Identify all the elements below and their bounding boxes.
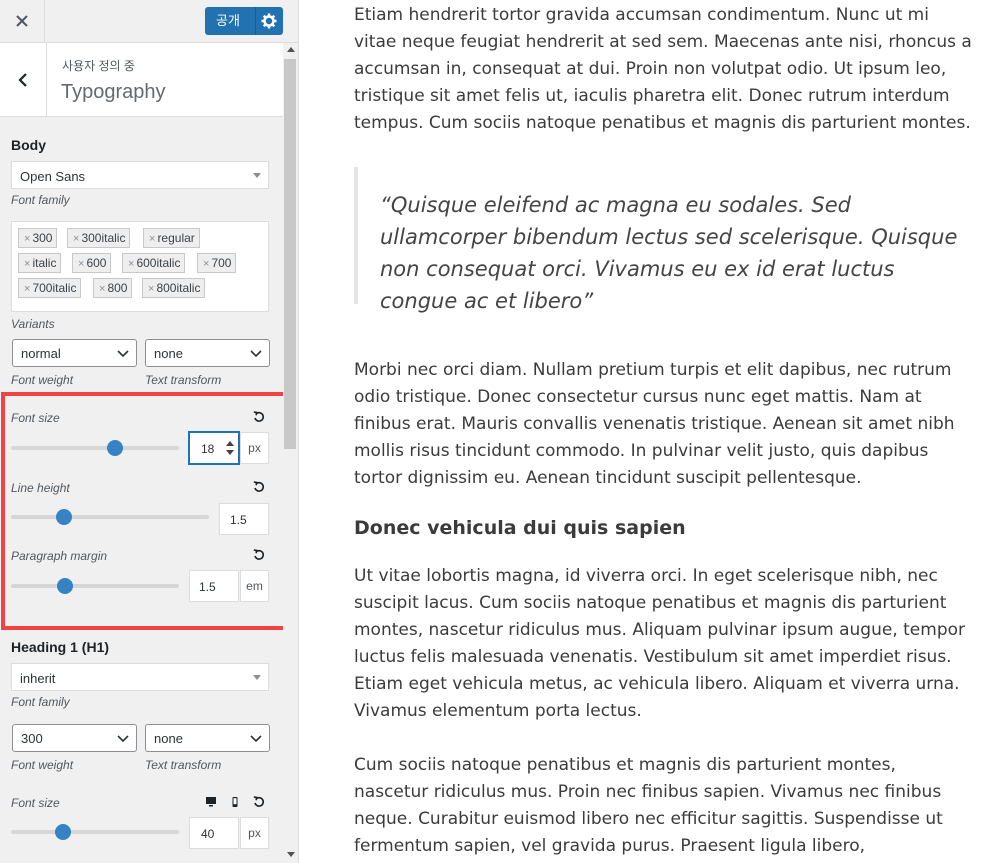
- desktop-icon[interactable]: [205, 796, 217, 808]
- variant-tag[interactable]: × 800: [93, 278, 133, 298]
- heading1-font-weight-label: Font weight: [11, 758, 74, 772]
- caret-down-icon: [253, 173, 261, 178]
- heading1-text-transform-value: none: [154, 731, 183, 746]
- chevron-down-icon: [117, 350, 129, 358]
- section-title: Typography: [61, 81, 166, 103]
- body-font-weight-label: Font weight: [11, 373, 74, 387]
- site-preview: Etiam hendrerit tortor gravida accumsan …: [300, 0, 998, 863]
- mobile-icon[interactable]: [231, 796, 239, 808]
- reset-icon[interactable]: [253, 796, 265, 808]
- chevron-down-icon: [117, 735, 129, 743]
- body-text-transform-select[interactable]: none: [145, 339, 270, 367]
- preview-paragraph: Cum sociis natoque penatibus et magnis d…: [354, 755, 943, 856]
- heading1-font-family-value: inherit: [20, 671, 56, 686]
- slider-handle[interactable]: [55, 824, 72, 840]
- section-header: 사용자 정의 중 Typography: [0, 43, 283, 117]
- remove-icon[interactable]: ×: [24, 233, 30, 245]
- variant-tag[interactable]: × 300italic: [67, 228, 131, 248]
- scroll-up-arrow[interactable]: [287, 47, 295, 52]
- body-font-family-value: Open Sans: [20, 169, 86, 184]
- sidebar-scrollbar[interactable]: [283, 43, 298, 863]
- caret-down-icon: [253, 675, 261, 680]
- preview-paragraph: Etiam hendrerit tortor gravida accumsan …: [354, 5, 972, 133]
- remove-icon[interactable]: ×: [203, 258, 209, 270]
- variant-tag[interactable]: × 700: [197, 253, 237, 273]
- heading1-font-weight-value: 300: [21, 731, 43, 746]
- remove-icon[interactable]: ×: [99, 283, 105, 295]
- body-font-family-select[interactable]: Open Sans: [11, 161, 269, 189]
- variant-tag[interactable]: × 600italic: [122, 253, 186, 273]
- chevron-down-icon: [250, 350, 262, 358]
- chevron-down-icon: [250, 735, 262, 743]
- variants-multiselect[interactable]: × 300 × 300italic × regular × italic × 600 × 6…: [11, 221, 269, 312]
- body-text-transform-value: none: [154, 346, 183, 361]
- heading1-font-size-input[interactable]: 40: [189, 817, 239, 849]
- variant-tag[interactable]: × regular: [143, 228, 200, 248]
- variants-label: Variants: [11, 317, 55, 331]
- heading1-font-size-label: Font size: [11, 796, 60, 810]
- remove-icon[interactable]: ×: [128, 258, 134, 270]
- gear-icon[interactable]: [261, 13, 277, 29]
- heading1-text-transform-select[interactable]: none: [145, 724, 270, 752]
- body-font-weight-value: normal: [21, 346, 61, 361]
- unit-label: px: [240, 817, 269, 849]
- preview-paragraph: Morbi nec orci diam. Nullam pretium turp…: [354, 360, 955, 488]
- publish-label: 공개: [216, 13, 240, 28]
- scroll-down-arrow[interactable]: [287, 852, 295, 857]
- variant-tag[interactable]: × 600: [72, 253, 112, 273]
- heading1-font-family-label: Font family: [11, 695, 70, 709]
- quote-text: “Quisque eleifend ac magna eu sodales. S…: [380, 193, 958, 313]
- remove-icon[interactable]: ×: [149, 233, 155, 245]
- variant-tag[interactable]: × italic: [18, 253, 62, 273]
- remove-icon[interactable]: ×: [73, 233, 79, 245]
- preview-blockquote: “Quisque eleifend ac magna eu sodales. S…: [354, 167, 974, 313]
- remove-icon[interactable]: ×: [78, 258, 84, 270]
- chevron-left-icon: [18, 72, 27, 87]
- scrollbar-thumb[interactable]: [284, 59, 296, 449]
- close-icon: [16, 15, 28, 27]
- heading1-group-title: Heading 1 (H1): [11, 639, 110, 655]
- body-text-transform-label: Text transform: [145, 373, 222, 387]
- body-group-title: Body: [11, 137, 46, 153]
- variant-tag[interactable]: × 700italic: [18, 278, 82, 298]
- publish-separator: [255, 7, 256, 35]
- customizing-label: 사용자 정의 중: [62, 59, 135, 73]
- heading1-font-size-slider[interactable]: [11, 830, 179, 834]
- variant-tag[interactable]: × 800italic: [142, 278, 206, 298]
- customizer-sidebar: 공개 사용자 정의 중 Typography Body Open Sans Fo…: [0, 0, 299, 863]
- remove-icon[interactable]: ×: [148, 283, 154, 295]
- customizer-header: 공개: [0, 0, 298, 43]
- body-font-family-label: Font family: [11, 193, 70, 207]
- remove-icon[interactable]: ×: [24, 258, 30, 270]
- close-button[interactable]: [0, 0, 45, 42]
- back-button[interactable]: [0, 43, 47, 116]
- heading1-font-weight-select[interactable]: 300: [12, 724, 137, 752]
- variant-tag[interactable]: × 300: [18, 228, 58, 248]
- highlight-annotation: [1, 392, 294, 630]
- heading1-font-family-select[interactable]: inherit: [11, 663, 269, 691]
- preview-heading: Donec vehicula dui quis sapien: [354, 517, 686, 539]
- body-font-weight-select[interactable]: normal: [12, 339, 137, 367]
- preview-paragraph: Ut vitae lobortis magna, id viverra orci…: [354, 566, 965, 721]
- publish-button[interactable]: 공개: [205, 7, 283, 35]
- remove-icon[interactable]: ×: [24, 283, 30, 295]
- heading1-text-transform-label: Text transform: [145, 758, 222, 772]
